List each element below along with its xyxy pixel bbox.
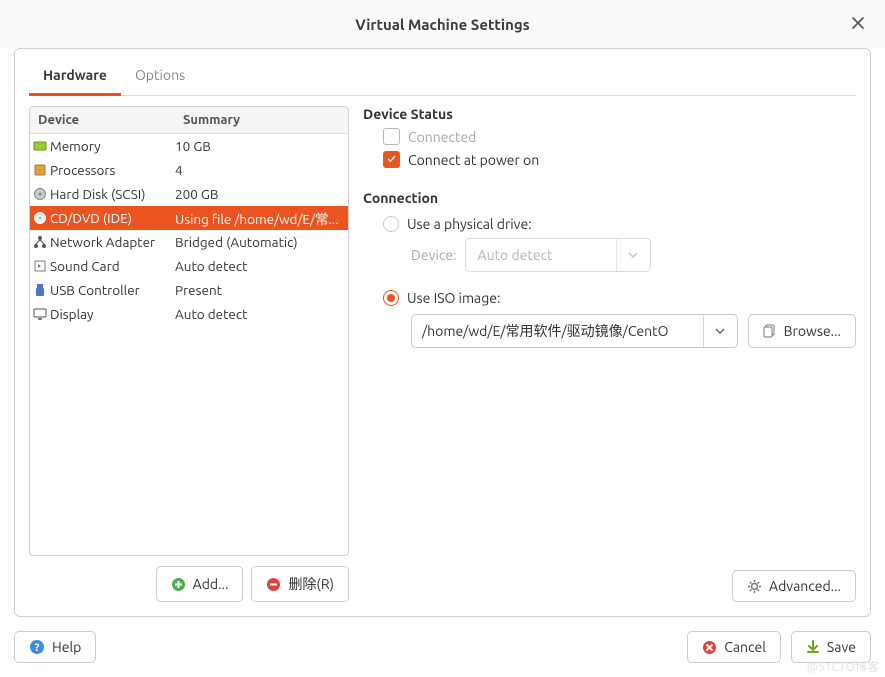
device-summary: Using file /home/wd/E/常... [175, 208, 348, 228]
device-name: Display [50, 306, 175, 322]
soundcard-icon [30, 259, 50, 273]
plus-icon [171, 577, 186, 592]
tab-hardware[interactable]: Hardware [29, 57, 121, 96]
table-row[interactable]: CD/DVD (IDE) Using file /home/wd/E/常... [30, 206, 348, 230]
network-icon [30, 235, 50, 249]
device-summary: 4 [175, 162, 348, 178]
titlebar: Virtual Machine Settings [0, 0, 885, 48]
table-row[interactable]: Processors 4 [30, 158, 348, 182]
iso-path-select[interactable]: /home/wd/E/常用软件/驱动镜像/CentO [411, 314, 738, 348]
browse-label: Browse... [784, 323, 841, 339]
device-name: Network Adapter [50, 234, 175, 250]
table-row[interactable]: Network Adapter Bridged (Automatic) [30, 230, 348, 254]
iso-path-value: /home/wd/E/常用软件/驱动镜像/CentO [412, 315, 703, 347]
table-row[interactable]: Display Auto detect [30, 302, 348, 326]
save-icon [806, 640, 820, 654]
device-name: CD/DVD (IDE) [50, 210, 175, 226]
physical-device-value: Auto detect [466, 239, 616, 271]
help-label: Help [52, 639, 81, 655]
device-table: Device Summary Memory 10 GB Processors 4 [29, 106, 349, 556]
device-summary: Auto detect [175, 258, 348, 274]
col-summary-header: Summary [175, 107, 348, 133]
harddisk-icon [30, 187, 50, 201]
settings-frame: Hardware Options Device Summary Memory 1… [14, 48, 871, 617]
cancel-button[interactable]: Cancel [687, 631, 781, 663]
connected-label: Connected [408, 129, 476, 145]
device-summary: 200 GB [175, 186, 348, 202]
table-row[interactable]: Sound Card Auto detect [30, 254, 348, 278]
device-summary: 10 GB [175, 138, 348, 154]
window-title: Virtual Machine Settings [355, 16, 530, 33]
chevron-down-icon [616, 239, 650, 271]
remove-button[interactable]: 删除(R) [251, 566, 349, 602]
browse-button[interactable]: Browse... [748, 314, 856, 348]
cddvd-icon [30, 211, 50, 225]
help-icon: ? [29, 639, 45, 655]
table-row[interactable]: USB Controller Present [30, 278, 348, 302]
use-iso-radio[interactable] [383, 290, 399, 306]
copy-icon [763, 324, 777, 338]
connect-poweron-label: Connect at power on [408, 152, 539, 168]
device-name: USB Controller [50, 282, 175, 298]
physical-device-select: Auto detect [465, 238, 651, 272]
device-name: Memory [50, 138, 175, 154]
device-summary: Bridged (Automatic) [175, 234, 348, 250]
advanced-label: Advanced... [769, 578, 841, 594]
connection-title: Connection [363, 190, 856, 206]
device-sublabel: Device: [411, 247, 457, 263]
memory-icon [30, 139, 50, 153]
chevron-down-icon[interactable] [703, 315, 737, 347]
use-physical-label: Use a physical drive: [407, 216, 532, 232]
display-icon [30, 307, 50, 321]
connect-poweron-checkbox[interactable]: ✓ [383, 151, 400, 168]
device-name: Hard Disk (SCSI) [50, 186, 175, 202]
use-iso-label: Use ISO image: [407, 290, 500, 306]
advanced-button[interactable]: Advanced... [732, 570, 856, 602]
tab-options[interactable]: Options [121, 57, 199, 95]
device-summary: Present [175, 282, 348, 298]
table-row[interactable]: Hard Disk (SCSI) 200 GB [30, 182, 348, 206]
device-summary: Auto detect [175, 306, 348, 322]
col-device-header: Device [30, 107, 175, 133]
tabs: Hardware Options [29, 57, 856, 96]
svg-text:?: ? [35, 642, 40, 654]
save-label: Save [827, 639, 856, 655]
usb-icon [30, 283, 50, 297]
add-button[interactable]: Add... [156, 566, 244, 602]
save-button[interactable]: Save [791, 631, 871, 663]
help-button[interactable]: ? Help [14, 631, 96, 663]
dialog-footer: ? Help Cancel Save [14, 617, 871, 663]
gear-icon [747, 579, 762, 594]
cancel-label: Cancel [724, 639, 766, 655]
device-name: Processors [50, 162, 175, 178]
device-status-title: Device Status [363, 106, 856, 122]
use-physical-radio[interactable] [383, 216, 399, 232]
close-icon[interactable] [849, 14, 867, 32]
cancel-icon [702, 640, 717, 655]
add-label: Add... [193, 576, 229, 592]
device-name: Sound Card [50, 258, 175, 274]
table-header: Device Summary [30, 107, 348, 134]
minus-icon [266, 577, 281, 592]
processor-icon [30, 163, 50, 177]
connected-checkbox[interactable] [383, 128, 400, 145]
remove-label: 删除(R) [288, 574, 334, 594]
table-row[interactable]: Memory 10 GB [30, 134, 348, 158]
